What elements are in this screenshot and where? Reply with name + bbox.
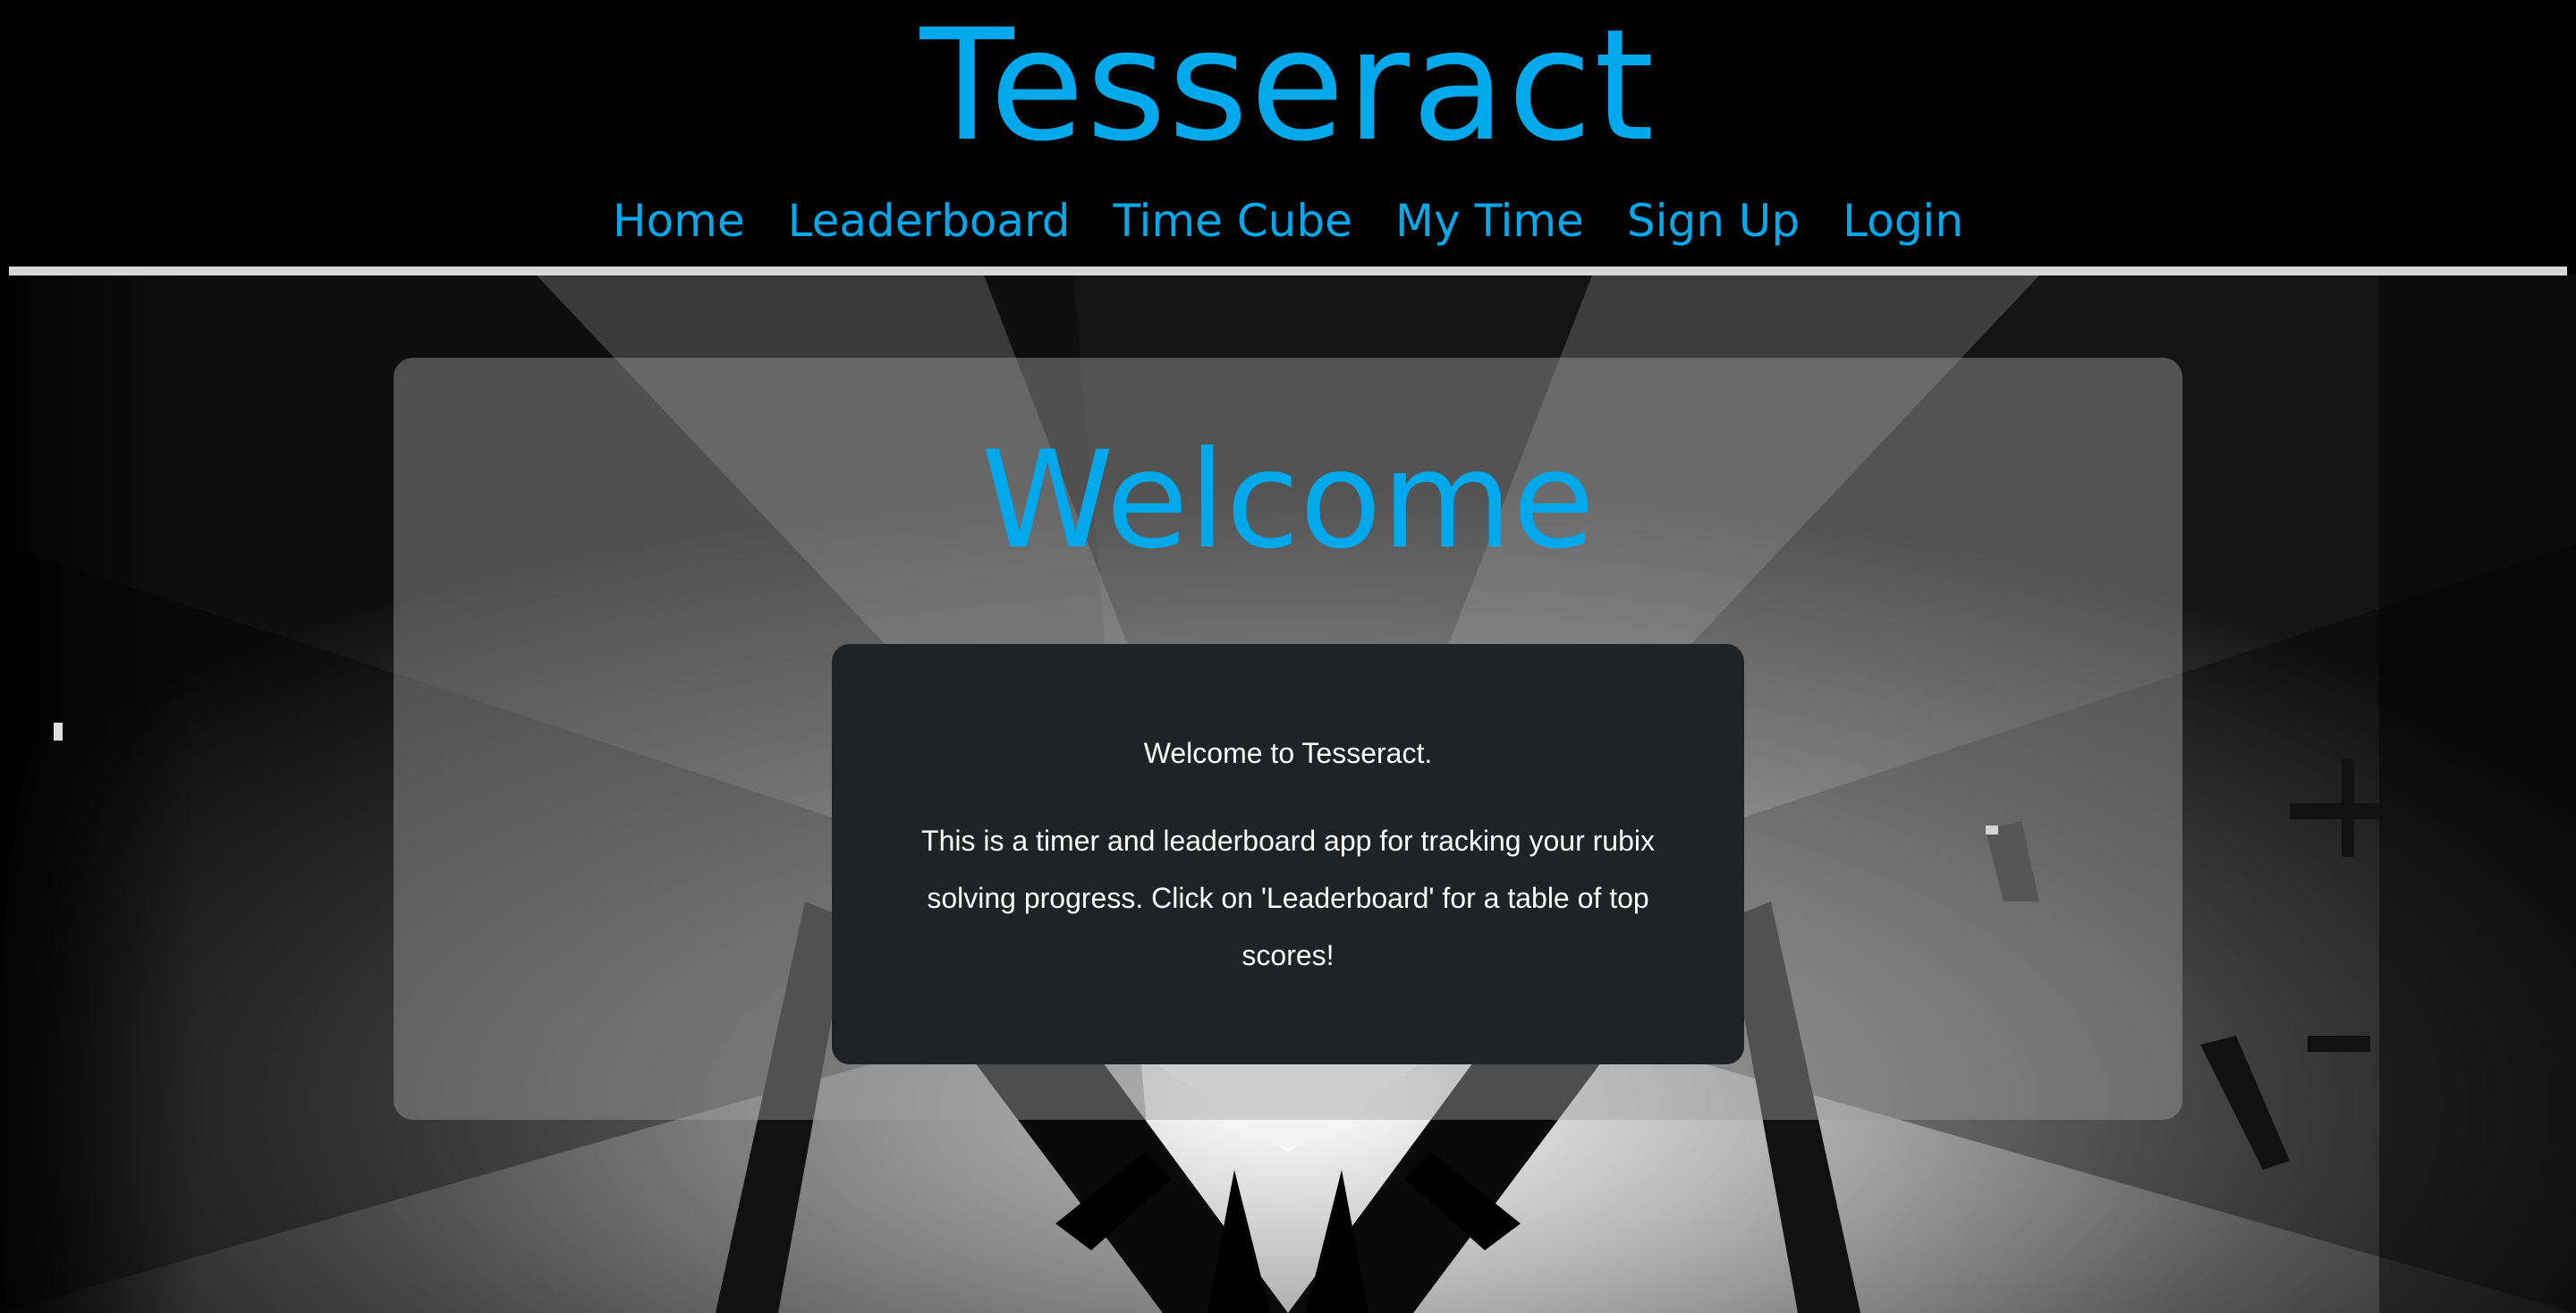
- nav-leaderboard-link[interactable]: Leaderboard: [788, 193, 1071, 249]
- nav-sign-up-link[interactable]: Sign Up: [1627, 193, 1800, 249]
- nav-login-link[interactable]: Login: [1843, 193, 1963, 249]
- nav-my-time-link[interactable]: My Time: [1395, 193, 1584, 249]
- intro-card: Welcome to Tesseract. This is a timer an…: [832, 644, 1744, 1064]
- site-header: Tesseract Home Leaderboard Time Cube My …: [0, 0, 2576, 268]
- intro-paragraph: This is a timer and leaderboard app for …: [921, 825, 1655, 971]
- main-nav: Home Leaderboard Time Cube My Time Sign …: [0, 193, 2576, 249]
- site-title[interactable]: Tesseract: [0, 5, 2576, 166]
- page: Tesseract Home Leaderboard Time Cube My …: [0, 0, 2576, 1313]
- nav-time-cube-link[interactable]: Time Cube: [1113, 193, 1352, 249]
- intro-line: Welcome to Tesseract.: [1143, 737, 1433, 769]
- header-divider: [9, 267, 2567, 275]
- welcome-heading: Welcome: [980, 423, 1596, 579]
- welcome-panel: Welcome Welcome to Tesseract. This is a …: [394, 358, 2182, 1120]
- nav-home-link[interactable]: Home: [613, 193, 745, 249]
